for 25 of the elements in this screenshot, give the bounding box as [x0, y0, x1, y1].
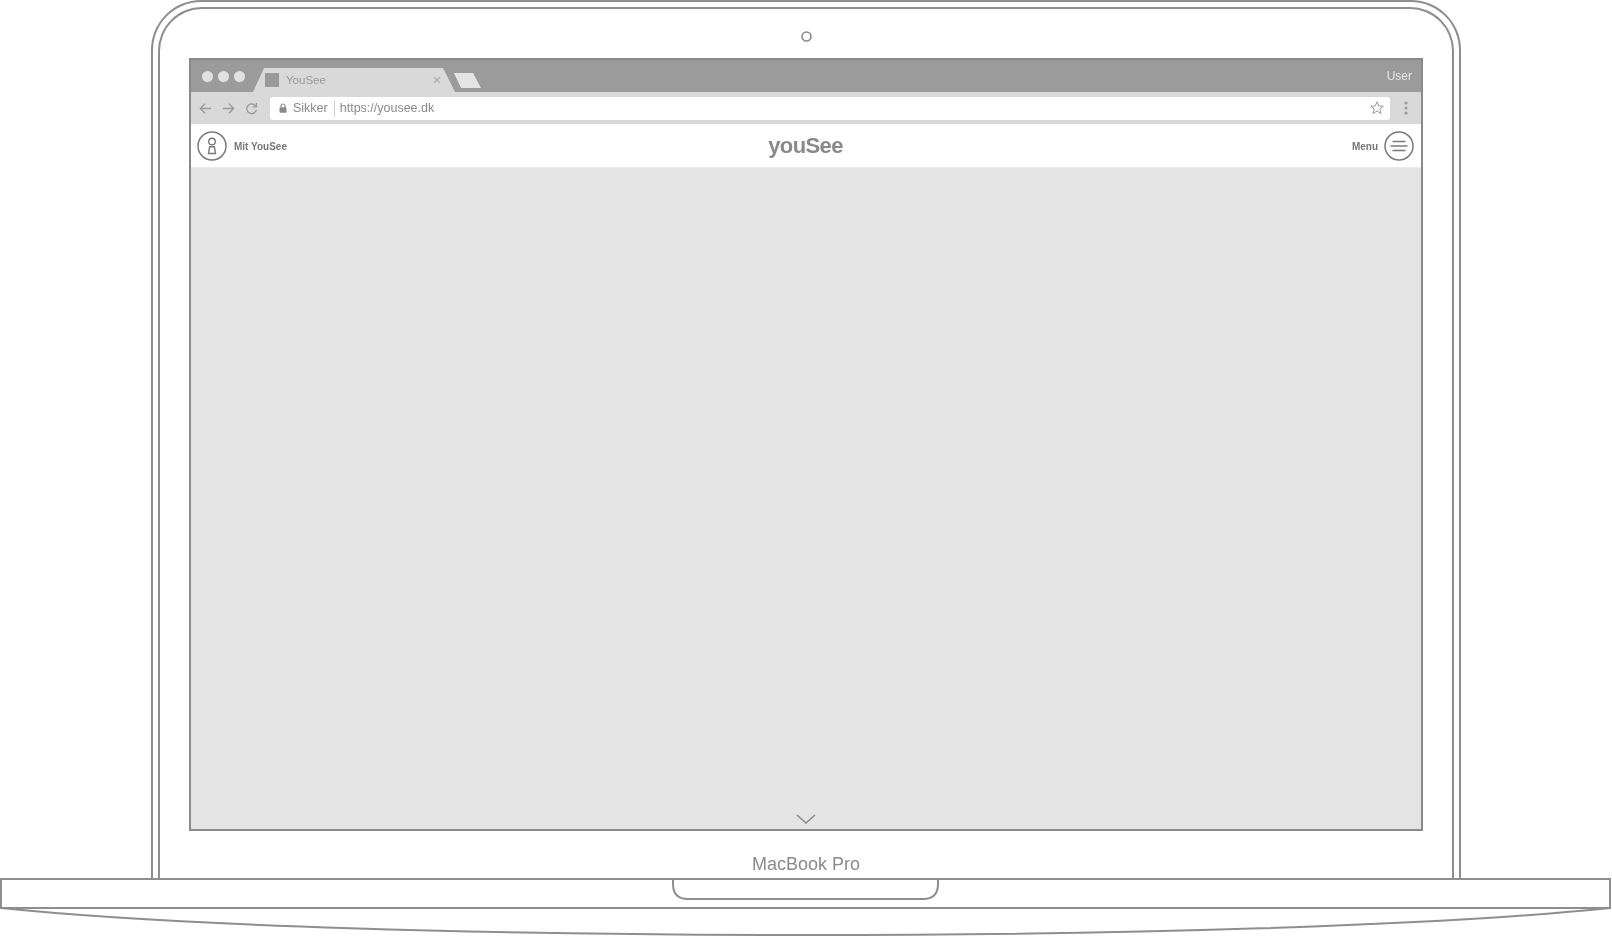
new-tab-icon[interactable] — [454, 73, 481, 88]
reload-icon[interactable] — [245, 101, 258, 115]
browser-tab[interactable]: YouSee — [253, 68, 455, 92]
menu-button[interactable]: Menu — [1351, 131, 1414, 161]
close-icon[interactable] — [433, 76, 441, 84]
more-options-icon[interactable] — [1403, 101, 1408, 115]
url-field[interactable]: https://yousee.dk — [339, 100, 1370, 116]
menu-icon — [1384, 131, 1414, 161]
favicon-icon — [265, 73, 279, 87]
forward-arrow-icon[interactable] — [222, 101, 235, 115]
window-dot-icon[interactable] — [218, 70, 229, 82]
window-dot-icon[interactable] — [202, 70, 213, 82]
camera-icon — [800, 31, 812, 42]
profile-label: User — [1386, 69, 1413, 83]
person-icon — [197, 131, 227, 161]
laptop-model-label: MacBook Pro — [751, 853, 860, 875]
star-icon[interactable] — [1370, 101, 1384, 115]
account-link[interactable]: Mit YouSee — [197, 131, 287, 161]
site-logo[interactable]: youSee — [768, 133, 843, 159]
chevron-down-icon[interactable] — [796, 814, 816, 824]
window-dot-icon[interactable] — [234, 70, 245, 82]
lock-icon — [279, 103, 287, 113]
security-label: Sikker — [293, 100, 328, 116]
back-arrow-icon[interactable] — [199, 101, 212, 115]
address-bar[interactable]: Sikker https://yousee.dk — [270, 96, 1390, 120]
